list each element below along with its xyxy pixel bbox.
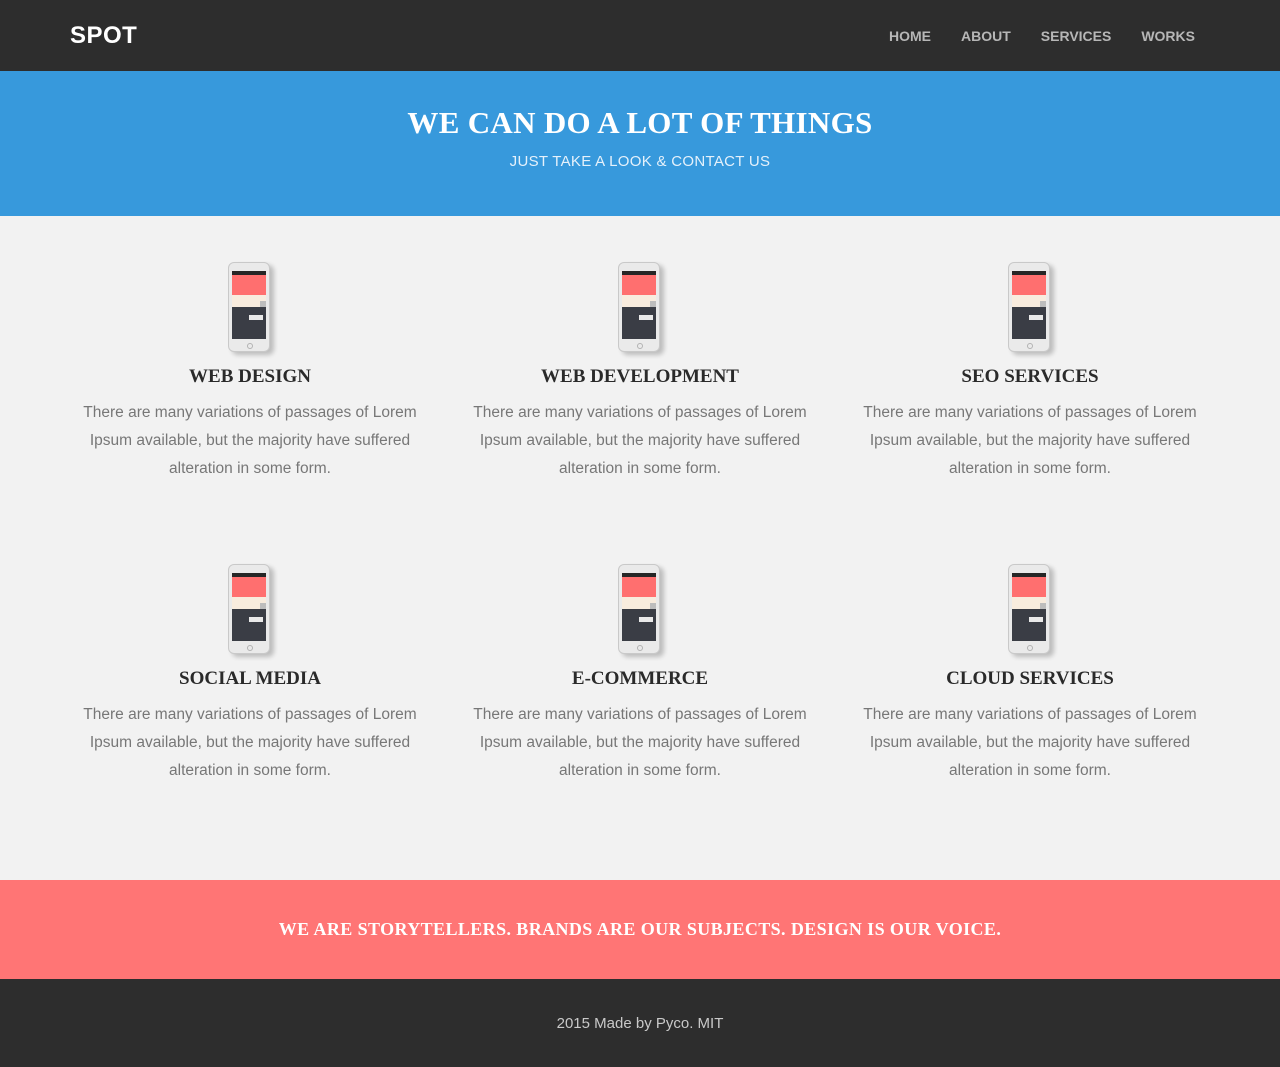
main-nav: HOME ABOUT SERVICES WORKS — [889, 28, 1195, 44]
phone-icon — [618, 262, 662, 354]
service-card: CLOUD SERVICES There are many variations… — [835, 564, 1225, 866]
site-footer: 2015 Made by Pyco. MIT — [0, 979, 1280, 1067]
nav-works[interactable]: WORKS — [1141, 28, 1195, 44]
service-card: E-COMMERCE There are many variations of … — [445, 564, 835, 866]
service-card: WEB DESIGN There are many variations of … — [55, 262, 445, 564]
hero-title: WE CAN DO A LOT OF THINGS — [407, 105, 873, 140]
service-description: There are many variations of passages of… — [83, 706, 417, 779]
phone-icon — [1008, 564, 1052, 656]
phone-icon — [1008, 262, 1052, 354]
phone-icon — [228, 262, 272, 354]
service-description: There are many variations of passages of… — [83, 404, 417, 477]
nav-about[interactable]: ABOUT — [961, 28, 1011, 44]
tagline-banner: WE ARE STORYTELLERS. BRANDS ARE OUR SUBJ… — [0, 880, 1280, 979]
nav-home[interactable]: HOME — [889, 28, 931, 44]
service-title: WEB DESIGN — [189, 366, 311, 387]
service-description: There are many variations of passages of… — [863, 404, 1197, 477]
hero-section: WE CAN DO A LOT OF THINGS JUST TAKE A LO… — [0, 71, 1280, 216]
service-card: WEB DEVELOPMENT There are many variation… — [445, 262, 835, 564]
service-title: SEO SERVICES — [961, 366, 1099, 387]
service-description: There are many variations of passages of… — [473, 404, 807, 477]
service-description: There are many variations of passages of… — [473, 706, 807, 779]
services-grid: WEB DESIGN There are many variations of … — [0, 216, 1280, 880]
phone-icon — [228, 564, 272, 656]
hero-subtitle: JUST TAKE A LOOK & CONTACT US — [509, 153, 771, 170]
service-title: WEB DEVELOPMENT — [541, 366, 739, 387]
nav-services[interactable]: SERVICES — [1041, 28, 1112, 44]
service-title: CLOUD SERVICES — [946, 668, 1114, 689]
service-card: SEO SERVICES There are many variations o… — [835, 262, 1225, 564]
service-title: SOCIAL MEDIA — [179, 668, 321, 689]
service-title: E-COMMERCE — [571, 668, 709, 689]
footer-credit: 2015 Made by Pyco. MIT — [556, 1014, 724, 1032]
site-logo[interactable]: SPOT — [70, 22, 137, 50]
phone-icon — [618, 564, 662, 656]
service-card: SOCIAL MEDIA There are many variations o… — [55, 564, 445, 866]
tagline-text: WE ARE STORYTELLERS. BRANDS ARE OUR SUBJ… — [278, 919, 1002, 939]
site-header: SPOT HOME ABOUT SERVICES WORKS — [0, 0, 1280, 71]
service-description: There are many variations of passages of… — [863, 706, 1197, 779]
